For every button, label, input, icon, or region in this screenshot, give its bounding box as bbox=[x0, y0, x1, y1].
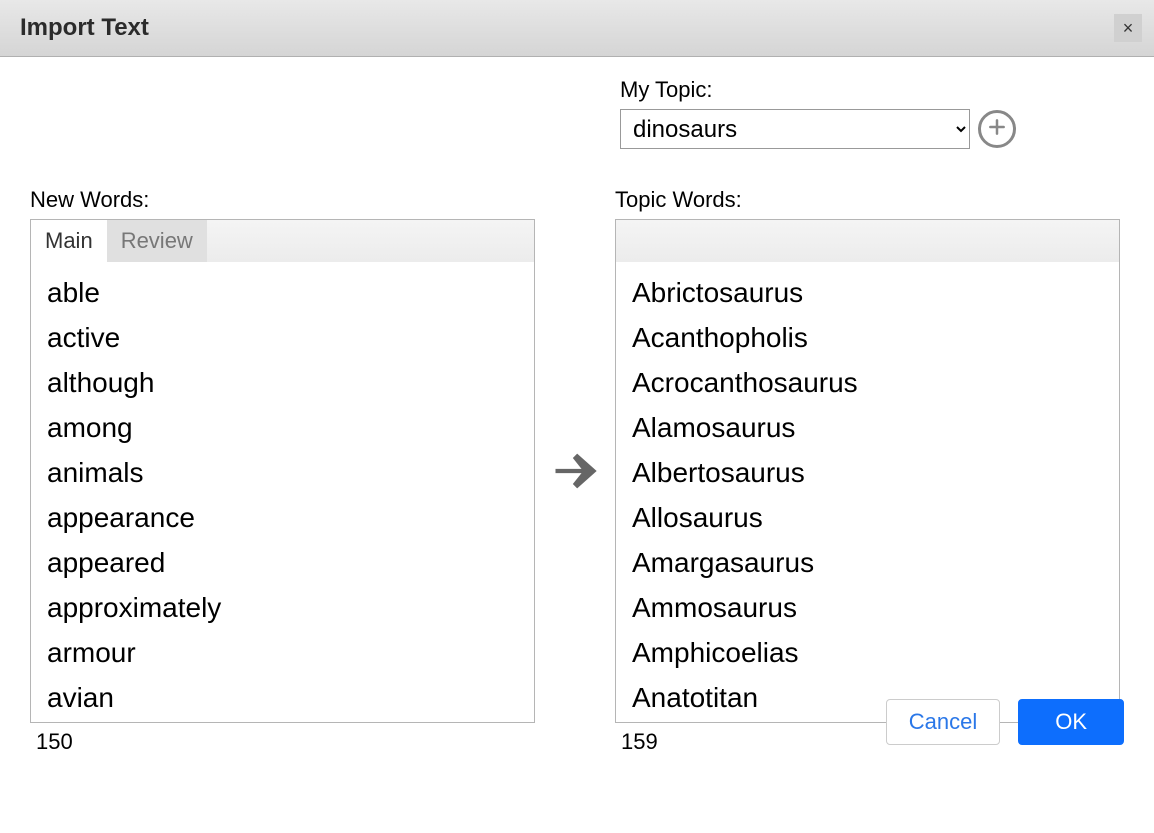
move-right-button[interactable] bbox=[549, 445, 601, 502]
list-item[interactable]: appearance bbox=[47, 495, 518, 540]
web-search-button-right[interactable] bbox=[1001, 227, 1029, 255]
list-item[interactable]: active bbox=[47, 315, 518, 360]
list-item[interactable]: avian bbox=[47, 675, 518, 720]
list-item[interactable]: Amphicoelias bbox=[632, 630, 1103, 675]
list-item[interactable]: Abrictosaurus bbox=[632, 270, 1103, 315]
list-item[interactable]: animals bbox=[47, 450, 518, 495]
list-item[interactable]: Alamosaurus bbox=[632, 405, 1103, 450]
list-item[interactable]: appeared bbox=[47, 540, 518, 585]
plus-icon bbox=[987, 117, 1007, 142]
delete-button[interactable] bbox=[1041, 227, 1069, 255]
list-item[interactable]: Albertosaurus bbox=[632, 450, 1103, 495]
undo-button[interactable] bbox=[1081, 227, 1109, 255]
list-item[interactable]: Acanthopholis bbox=[632, 315, 1103, 360]
new-words-list[interactable]: ableactivealthoughamonganimalsappearance… bbox=[31, 262, 534, 722]
tab-main[interactable]: Main bbox=[31, 220, 107, 262]
topic-select[interactable]: dinosaurs bbox=[620, 109, 970, 149]
list-item[interactable]: among bbox=[47, 405, 518, 450]
dictionary-button-right[interactable] bbox=[961, 227, 989, 255]
arrow-right-icon bbox=[549, 484, 601, 501]
list-item[interactable]: approximately bbox=[47, 585, 518, 630]
list-item[interactable]: armour bbox=[47, 630, 518, 675]
topic-words-panel: Topic Words: bbox=[615, 187, 1120, 755]
dialog-title: Import Text bbox=[20, 14, 149, 42]
list-item[interactable]: Allosaurus bbox=[632, 495, 1103, 540]
web-search-button[interactable] bbox=[496, 227, 524, 255]
topic-words-list[interactable]: AbrictosaurusAcanthopholisAcrocanthosaur… bbox=[616, 262, 1119, 722]
tab-review[interactable]: Review bbox=[107, 220, 207, 262]
close-button[interactable]: × bbox=[1114, 14, 1142, 42]
new-words-label: New Words: bbox=[30, 187, 535, 213]
list-item[interactable]: able bbox=[47, 270, 518, 315]
titlebar: Import Text × bbox=[0, 0, 1154, 57]
add-topic-button[interactable] bbox=[978, 110, 1016, 148]
dictionary-button[interactable] bbox=[456, 227, 484, 255]
ok-button[interactable]: OK bbox=[1018, 699, 1124, 745]
list-item[interactable]: Ammosaurus bbox=[632, 585, 1103, 630]
list-item[interactable]: although bbox=[47, 360, 518, 405]
my-topic-label: My Topic: bbox=[620, 77, 1016, 103]
cancel-button[interactable]: Cancel bbox=[886, 699, 1000, 745]
close-icon: × bbox=[1123, 18, 1134, 39]
new-words-panel: New Words: Main Review bbox=[30, 187, 535, 755]
list-item[interactable]: Acrocanthosaurus bbox=[632, 360, 1103, 405]
new-words-count: 150 bbox=[30, 729, 535, 755]
topic-words-label: Topic Words: bbox=[615, 187, 1120, 213]
list-item[interactable]: Amargasaurus bbox=[632, 540, 1103, 585]
